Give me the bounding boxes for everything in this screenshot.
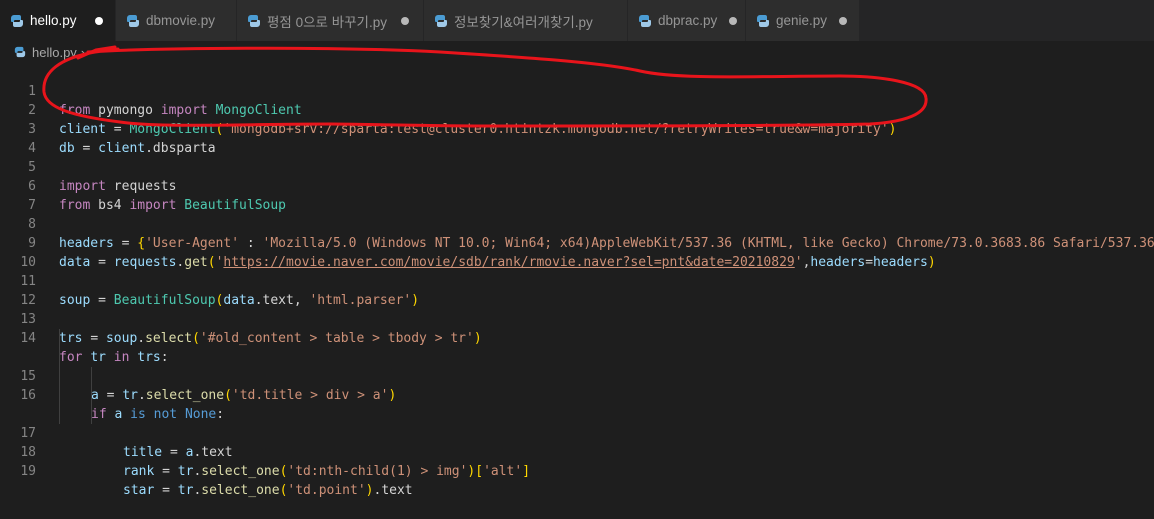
code-line[interactable]: 1 from pymongo import MongoClient xyxy=(0,63,1154,118)
code-line[interactable]: 15 a = tr.select_one('td.title > div > a… xyxy=(0,329,1154,403)
token: title xyxy=(123,445,163,460)
tab-label: dbprac.py xyxy=(658,13,718,28)
code-line[interactable]: 3 db = client.dbsparta xyxy=(0,101,1154,156)
code-line[interactable]: 2 client = MongoClient('mongodb+srv://sp… xyxy=(0,82,1154,137)
tab-dbmovie-py[interactable]: dbmovie.py xyxy=(116,0,237,41)
breadcrumb[interactable]: hello.py › xyxy=(0,41,1154,63)
indent-guide xyxy=(91,405,92,424)
token: = xyxy=(169,445,178,460)
unsaved-dot-icon[interactable] xyxy=(401,16,409,25)
token: ] xyxy=(522,464,531,479)
token: select_one xyxy=(201,483,280,498)
token: 'td.point' xyxy=(287,483,366,498)
indent-guide xyxy=(59,348,60,367)
token: 'alt' xyxy=(483,464,523,479)
python-file-icon xyxy=(14,46,26,58)
code-text[interactable]: title = a.text xyxy=(123,443,233,462)
token: ( xyxy=(279,483,288,498)
tab-genie-py[interactable]: genie.py xyxy=(746,0,860,41)
code-line[interactable]: 14 for tr in trs: xyxy=(0,310,1154,365)
token: 'td:nth-child(1) > img' xyxy=(287,464,468,479)
token: [ xyxy=(475,464,484,479)
token: . xyxy=(193,464,202,479)
token: ) xyxy=(467,464,476,479)
code-line[interactable]: 17 title = a.text xyxy=(0,367,1154,460)
token: tr xyxy=(177,483,194,498)
editor-tab-bar: hello.py dbmovie.py 평점 0으로 바꾸기.py 정보찾기&여… xyxy=(0,0,1154,41)
code-line[interactable]: 18 rank = tr.select_one('td:nth-child(1)… xyxy=(0,386,1154,479)
python-file-icon xyxy=(248,14,260,27)
tab-info-search-py[interactable]: 정보찾기&여러개찾기.py xyxy=(424,0,628,41)
breadcrumb-file[interactable]: hello.py xyxy=(32,45,77,60)
unsaved-dot-icon[interactable] xyxy=(729,16,738,25)
token: = xyxy=(162,483,170,498)
code-line[interactable]: 13 trs = soup.select('#old_content > tab… xyxy=(0,291,1154,346)
code-line[interactable]: 9 data = requests.get('https://movie.nav… xyxy=(0,215,1154,270)
python-file-icon xyxy=(639,14,651,27)
token: a xyxy=(185,445,194,460)
code-line[interactable]: 5 import requests xyxy=(0,139,1154,194)
token: .text xyxy=(373,483,413,498)
code-line[interactable]: 11 soup = BeautifulSoup(data.text, 'html… xyxy=(0,253,1154,308)
token: ) xyxy=(365,483,374,498)
tab-rating-zero-py[interactable]: 평점 0으로 바꾸기.py xyxy=(237,0,424,41)
token: tr xyxy=(177,464,194,479)
code-line[interactable]: 8 headers = {'User-Agent' : 'Mozilla/5.0… xyxy=(0,196,1154,251)
indent-guide xyxy=(59,329,60,348)
code-line[interactable]: 16 if a is not None: xyxy=(0,348,1154,422)
code-text[interactable]: star = tr.select_one('td.point').text xyxy=(123,481,413,500)
token: . xyxy=(193,483,202,498)
line-number: 19 xyxy=(20,464,36,479)
tab-label: 정보찾기&여러개찾기.py xyxy=(454,14,593,30)
indent-guide xyxy=(91,367,92,386)
token: rank xyxy=(123,464,155,479)
python-file-icon xyxy=(435,14,447,27)
token: .text xyxy=(193,445,233,460)
indent-guide xyxy=(59,386,60,405)
code-editor[interactable]: 1 from pymongo import MongoClient 2 clie… xyxy=(0,63,1154,498)
code-line[interactable]: 19 star = tr.select_one('td.point').text xyxy=(0,405,1154,498)
token: select_one xyxy=(201,464,280,479)
unsaved-dot-icon[interactable] xyxy=(839,16,848,25)
indent-guide xyxy=(91,386,92,405)
tab-label: genie.py xyxy=(776,13,828,28)
code-line[interactable]: 4 xyxy=(0,120,1154,156)
tab-label: hello.py xyxy=(30,13,77,28)
code-line[interactable]: 7 xyxy=(0,177,1154,213)
indent-guide xyxy=(59,405,60,424)
tab-hello-py[interactable]: hello.py xyxy=(0,0,116,41)
breadcrumb-separator: › xyxy=(80,44,86,60)
unsaved-dot-icon[interactable] xyxy=(94,16,103,25)
tab-dbprac-py[interactable]: dbprac.py xyxy=(628,0,746,41)
python-file-icon xyxy=(757,14,769,27)
token: ( xyxy=(279,464,288,479)
code-line[interactable]: 6 from bs4 import BeautifulSoup xyxy=(0,158,1154,213)
python-file-icon xyxy=(11,14,23,27)
code-line[interactable]: 10 xyxy=(0,234,1154,270)
code-line[interactable]: 12 xyxy=(0,272,1154,308)
code-text[interactable]: rank = tr.select_one('td:nth-child(1) > … xyxy=(123,462,530,481)
python-file-icon xyxy=(127,14,139,27)
tab-label: dbmovie.py xyxy=(146,13,216,28)
token: = xyxy=(162,464,170,479)
token: star xyxy=(123,483,155,498)
tab-label: 평점 0으로 바꾸기.py xyxy=(267,14,387,30)
indent-guide xyxy=(59,367,60,386)
